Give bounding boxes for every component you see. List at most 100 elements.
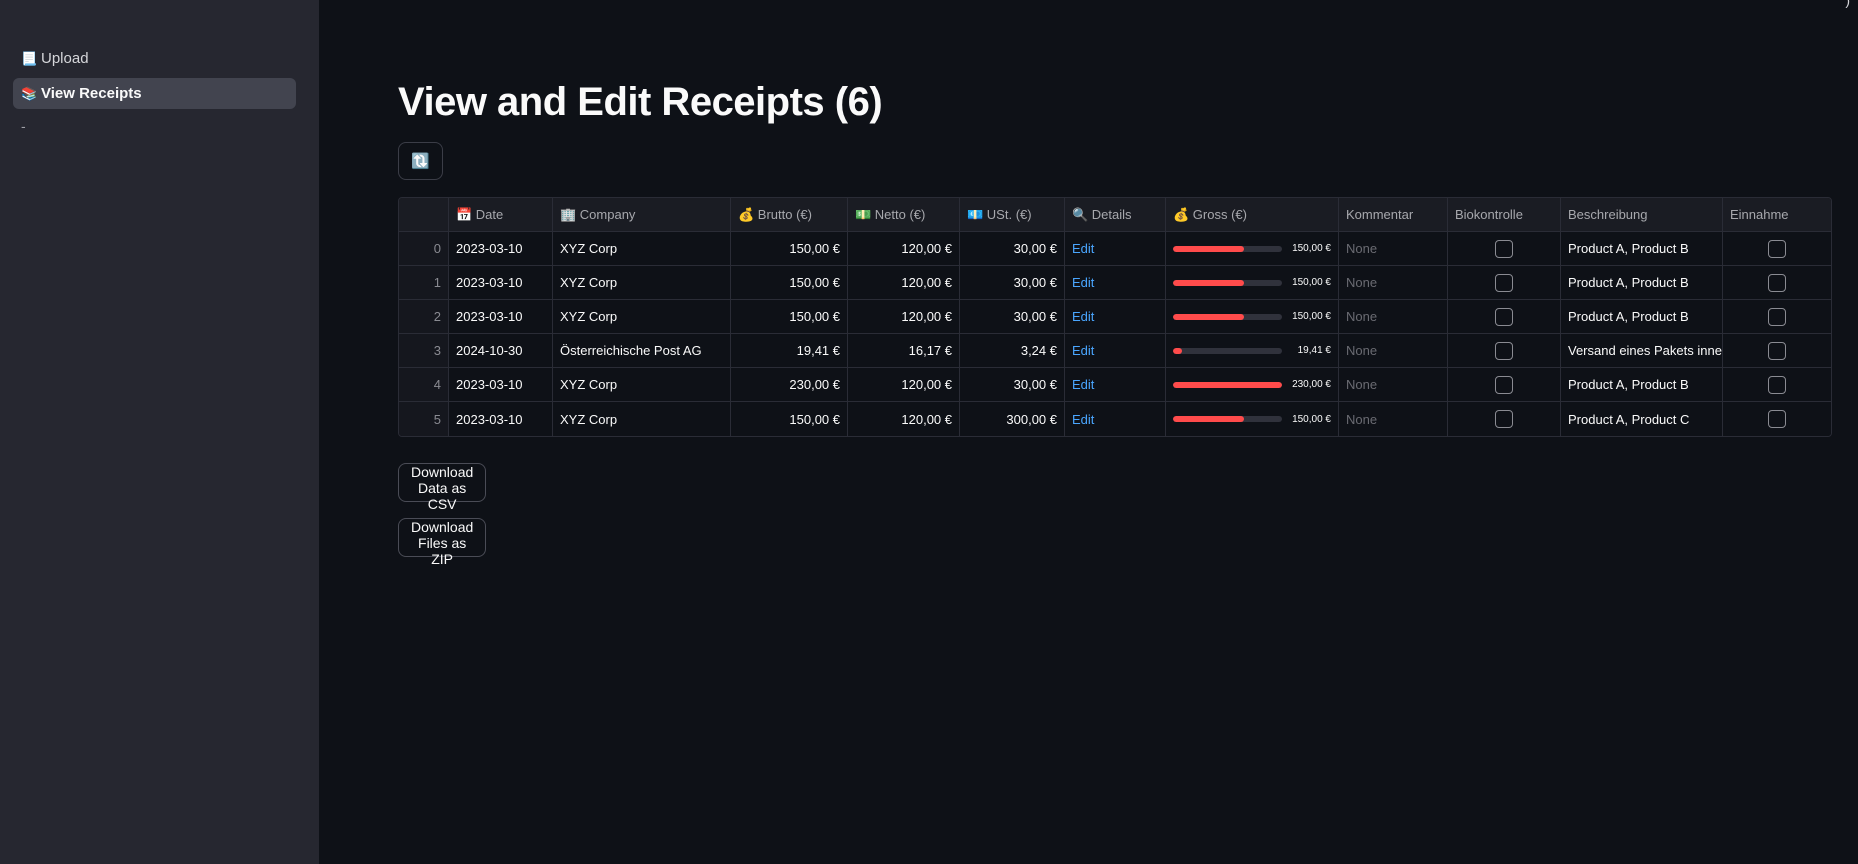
netto-cell[interactable]: 120,00 € xyxy=(848,266,960,300)
edit-link[interactable]: Edit xyxy=(1065,334,1166,368)
biokontrolle-cell[interactable] xyxy=(1448,368,1561,402)
einnahme-cell[interactable] xyxy=(1723,334,1831,368)
column-header-ust[interactable]: 💶 USt. (€) xyxy=(960,198,1065,232)
kommentar-cell[interactable]: None xyxy=(1339,334,1448,368)
company-cell[interactable]: XYZ Corp xyxy=(553,266,731,300)
download-zip-button[interactable]: Download Files as ZIP xyxy=(398,518,487,567)
netto-cell[interactable]: 120,00 € xyxy=(848,368,960,402)
table-row[interactable]: 1 2023-03-10 XYZ Corp 150,00 €120,00 €30,00… xyxy=(399,266,1831,300)
column-header-brutto[interactable]: 💰 Brutto (€) xyxy=(731,198,848,232)
gross-cell[interactable]: 150,00 € xyxy=(1166,402,1339,436)
table-row[interactable]: 0 2023-03-10 XYZ Corp 150,00 €120,00 €30,00… xyxy=(399,232,1831,266)
column-header-netto[interactable]: 💵 Netto (€) xyxy=(848,198,960,232)
biokontrolle-checkbox[interactable] xyxy=(1495,341,1513,360)
company-cell[interactable]: XYZ Corp xyxy=(553,300,731,334)
column-header-einnahme[interactable]: Einnahme xyxy=(1723,198,1831,232)
ust-cell[interactable]: 30,00 € xyxy=(960,300,1065,334)
column-header-date[interactable]: 📅 Date xyxy=(449,198,553,232)
netto-cell[interactable]: 120,00 € xyxy=(848,300,960,334)
sidebar-item-view-receipts[interactable]: 📚 View Receipts xyxy=(13,78,296,109)
gross-cell[interactable]: 230,00 € xyxy=(1166,368,1339,402)
company-cell[interactable]: XYZ Corp xyxy=(553,232,731,266)
column-header-biokontrolle[interactable]: Biokontrolle xyxy=(1448,198,1561,232)
edit-link[interactable]: Edit xyxy=(1065,300,1166,334)
brutto-cell[interactable]: 150,00 € xyxy=(731,266,848,300)
sidebar-item-upload[interactable]: 📃 Upload xyxy=(13,43,296,74)
column-header-gross[interactable]: 💰 Gross (€) xyxy=(1166,198,1339,232)
einnahme-checkbox[interactable] xyxy=(1768,410,1786,428)
ust-cell[interactable]: 30,00 € xyxy=(960,266,1065,300)
column-header-beschreibung[interactable]: Beschreibung xyxy=(1561,198,1723,232)
beschreibung-cell[interactable]: Product A, Product C xyxy=(1561,402,1723,436)
edit-link[interactable]: Edit xyxy=(1065,368,1166,402)
biokontrolle-checkbox[interactable] xyxy=(1495,410,1513,428)
einnahme-cell[interactable] xyxy=(1723,266,1831,300)
einnahme-cell[interactable] xyxy=(1723,368,1831,402)
biokontrolle-cell[interactable] xyxy=(1448,232,1561,266)
receipts-table[interactable]: 📅 Date 🏢 Company 💰 Brutto (€) 💵 Netto (€… xyxy=(398,197,1832,437)
einnahme-cell[interactable] xyxy=(1723,402,1831,436)
einnahme-cell[interactable] xyxy=(1723,232,1831,266)
ust-cell[interactable]: 3,24 € xyxy=(960,334,1065,368)
biokontrolle-checkbox[interactable] xyxy=(1495,239,1513,258)
brutto-cell[interactable]: 150,00 € xyxy=(731,402,848,436)
biokontrolle-cell[interactable] xyxy=(1448,334,1561,368)
kommentar-cell[interactable]: None xyxy=(1339,266,1448,300)
gross-cell[interactable]: 150,00 € xyxy=(1166,232,1339,266)
biokontrolle-cell[interactable] xyxy=(1448,402,1561,436)
gross-cell[interactable]: 19,41 € xyxy=(1166,334,1339,368)
netto-cell[interactable]: 120,00 € xyxy=(848,232,960,266)
kommentar-cell[interactable]: None xyxy=(1339,368,1448,402)
kommentar-cell[interactable]: None xyxy=(1339,232,1448,266)
table-row[interactable]: 4 2023-03-10 XYZ Corp 230,00 €120,00 €30,00… xyxy=(399,368,1831,402)
column-header-kommentar[interactable]: Kommentar xyxy=(1339,198,1448,232)
biokontrolle-cell[interactable] xyxy=(1448,266,1561,300)
download-csv-button[interactable]: Download Data as CSV xyxy=(398,463,487,512)
biokontrolle-checkbox[interactable] xyxy=(1495,273,1513,292)
biokontrolle-checkbox[interactable] xyxy=(1495,375,1513,394)
refresh-button[interactable]: 🔃 xyxy=(398,142,443,180)
einnahme-cell[interactable] xyxy=(1723,300,1831,334)
beschreibung-cell[interactable]: Versand eines Pakets inner xyxy=(1561,334,1723,368)
einnahme-checkbox[interactable] xyxy=(1768,239,1786,258)
einnahme-checkbox[interactable] xyxy=(1768,375,1786,394)
beschreibung-cell[interactable]: Product A, Product B xyxy=(1561,300,1723,334)
company-cell[interactable]: XYZ Corp xyxy=(553,402,731,436)
netto-cell[interactable]: 16,17 € xyxy=(848,334,960,368)
column-header-details[interactable]: 🔍 Details xyxy=(1065,198,1166,232)
einnahme-checkbox[interactable] xyxy=(1768,307,1786,326)
company-cell[interactable]: Österreichische Post AG xyxy=(553,334,731,368)
date-cell[interactable]: 2023-03-10 xyxy=(449,266,553,300)
einnahme-checkbox[interactable] xyxy=(1768,341,1786,360)
brutto-cell[interactable]: 150,00 € xyxy=(731,232,848,266)
date-cell[interactable]: 2024-10-30 xyxy=(449,334,553,368)
date-cell[interactable]: 2023-03-10 xyxy=(449,402,553,436)
ust-cell[interactable]: 30,00 € xyxy=(960,232,1065,266)
netto-cell[interactable]: 120,00 € xyxy=(848,402,960,436)
biokontrolle-checkbox[interactable] xyxy=(1495,307,1513,326)
date-cell[interactable]: 2023-03-10 xyxy=(449,368,553,402)
brutto-cell[interactable]: 19,41 € xyxy=(731,334,848,368)
beschreibung-cell[interactable]: Product A, Product B xyxy=(1561,266,1723,300)
edit-link[interactable]: Edit xyxy=(1065,232,1166,266)
kommentar-cell[interactable]: None xyxy=(1339,402,1448,436)
column-header-company[interactable]: 🏢 Company xyxy=(553,198,731,232)
table-row[interactable]: 5 2023-03-10 XYZ Corp 150,00 €120,00 €300,0… xyxy=(399,402,1831,436)
table-row[interactable]: 3 2024-10-30 Österreichische Post AG 19,41 … xyxy=(399,334,1831,368)
brutto-cell[interactable]: 150,00 € xyxy=(731,300,848,334)
edit-link[interactable]: Edit xyxy=(1065,266,1166,300)
table-row[interactable]: 2 2023-03-10 XYZ Corp 150,00 €120,00 €30,00… xyxy=(399,300,1831,334)
beschreibung-cell[interactable]: Product A, Product B xyxy=(1561,368,1723,402)
ust-cell[interactable]: 300,00 € xyxy=(960,402,1065,436)
date-cell[interactable]: 2023-03-10 xyxy=(449,232,553,266)
brutto-cell[interactable]: 230,00 € xyxy=(731,368,848,402)
company-cell[interactable]: XYZ Corp xyxy=(553,368,731,402)
beschreibung-cell[interactable]: Product A, Product B xyxy=(1561,232,1723,266)
edit-link[interactable]: Edit xyxy=(1065,402,1166,436)
gross-cell[interactable]: 150,00 € xyxy=(1166,266,1339,300)
kommentar-cell[interactable]: None xyxy=(1339,300,1448,334)
einnahme-checkbox[interactable] xyxy=(1768,273,1786,292)
ust-cell[interactable]: 30,00 € xyxy=(960,368,1065,402)
gross-cell[interactable]: 150,00 € xyxy=(1166,300,1339,334)
biokontrolle-cell[interactable] xyxy=(1448,300,1561,334)
